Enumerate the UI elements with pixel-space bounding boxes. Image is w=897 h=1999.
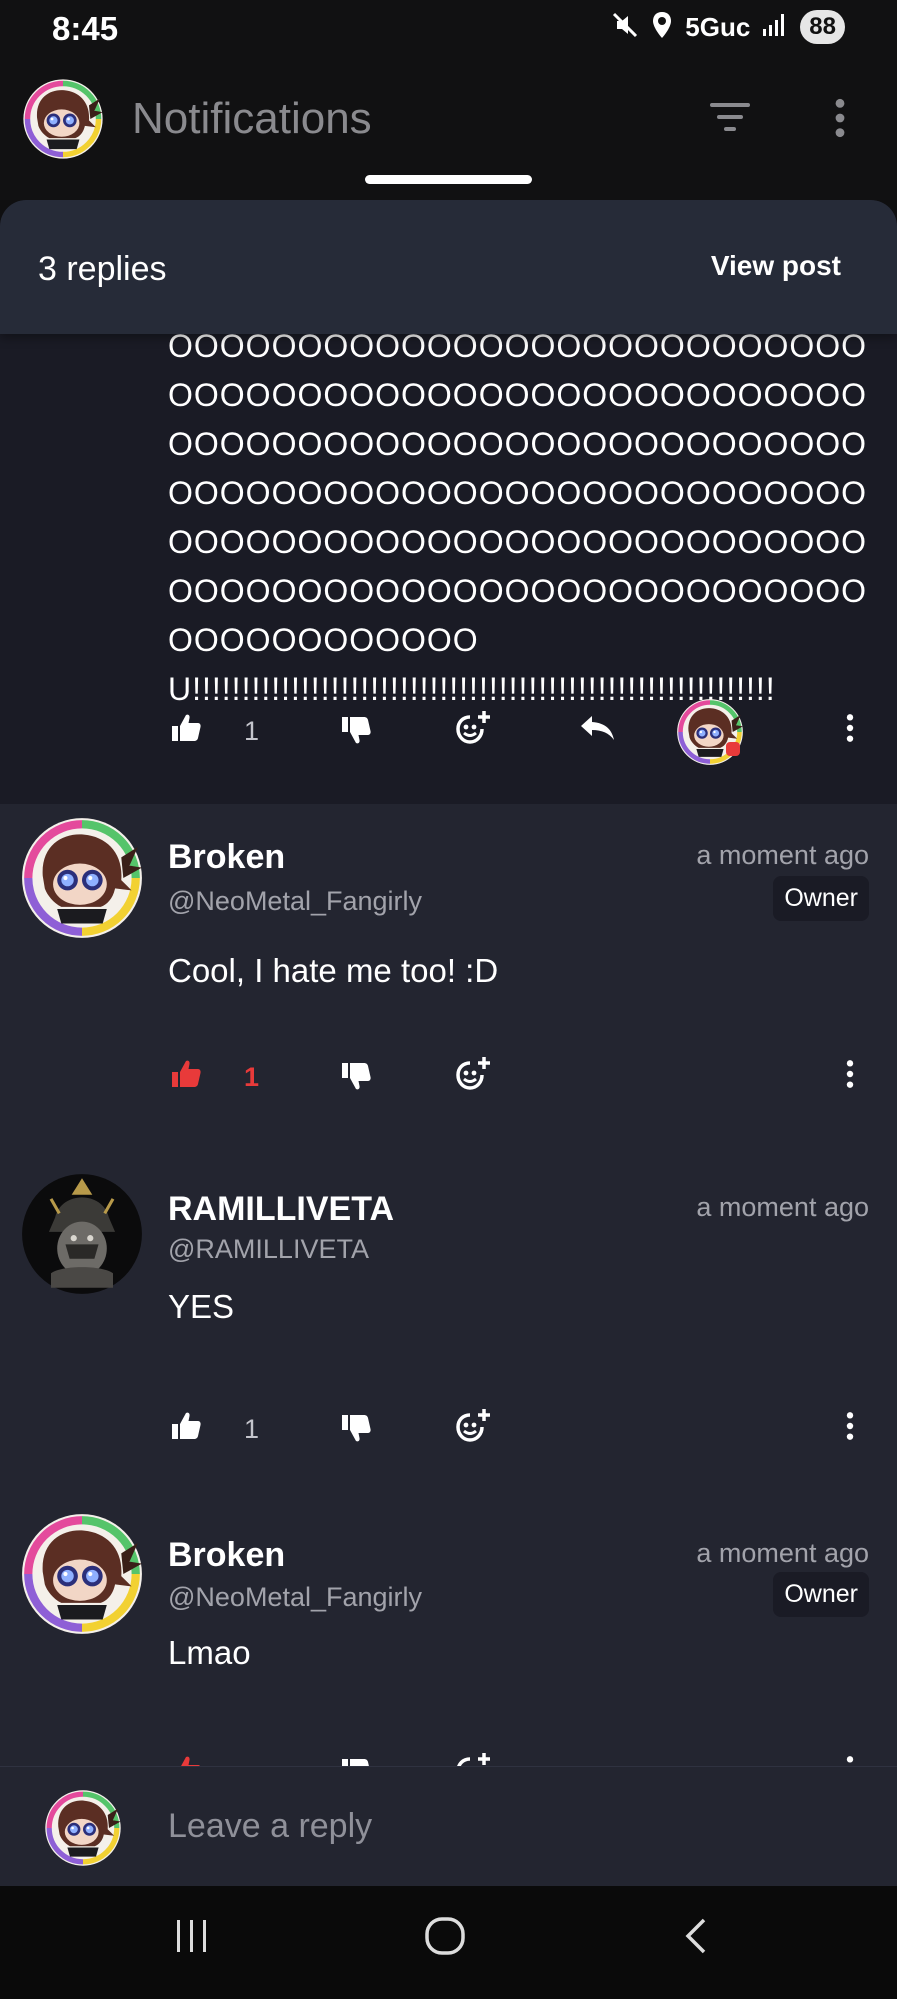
like-count: 1	[244, 1414, 260, 1444]
avatar[interactable]	[22, 78, 104, 160]
more-vert-icon[interactable]	[844, 1410, 856, 1442]
heart-badge	[726, 742, 740, 756]
add-reaction-button[interactable]	[454, 708, 494, 748]
reply-text: Lmao	[168, 1634, 251, 1671]
mute-icon	[611, 11, 639, 44]
reply-action-row: 1	[0, 1402, 897, 1462]
status-time: 8:45	[52, 10, 119, 47]
signal-icon	[762, 13, 788, 42]
add-reaction-button[interactable]	[454, 1406, 494, 1446]
owner-badge: Owner	[773, 1572, 869, 1617]
reply-time: a moment ago	[696, 1192, 869, 1222]
like-button[interactable]	[170, 1410, 202, 1442]
reply-author[interactable]: RAMILLIVETA	[168, 1190, 394, 1229]
reply-item: Broken @NeoMetal_Fangirly a moment ago O…	[0, 804, 897, 1156]
replies-list[interactable]: OOOOOOOOOOOOOOOOOOOOOOOOOOOOOOOOOOOOOOOO…	[0, 334, 897, 1886]
home-icon[interactable]	[424, 1916, 466, 1961]
parent-post-text: OOOOOOOOOOOOOOOOOOOOOOOOOOOOOOOOOOOOOOOO…	[168, 334, 868, 707]
avatar[interactable]	[20, 816, 144, 940]
like-button[interactable]	[170, 1058, 202, 1090]
avatar	[44, 1789, 122, 1867]
parent-action-row: 1	[0, 704, 897, 764]
app-header: Notifications	[0, 60, 897, 200]
battery-level: 88	[800, 10, 845, 44]
page-title: Notifications	[132, 94, 372, 143]
avatar[interactable]	[20, 1512, 144, 1636]
sheet-drag-handle[interactable]	[365, 175, 532, 184]
reply-button[interactable]	[578, 712, 618, 744]
reply-author[interactable]: Broken	[168, 838, 285, 877]
reply-composer	[0, 1766, 897, 1886]
reply-handle[interactable]: @RAMILLIVETA	[168, 1234, 369, 1265]
reply-time: a moment ago	[696, 840, 869, 870]
replies-sheet: 3 replies View post OOOOOOOOOOOOOOOOOOOO…	[0, 200, 897, 1886]
like-button[interactable]	[170, 712, 202, 744]
filter-icon[interactable]	[708, 100, 752, 139]
creator-heart-avatar	[676, 698, 744, 771]
parent-post: OOOOOOOOOOOOOOOOOOOOOOOOOOOOOOOOOOOOOOOO…	[0, 334, 897, 804]
more-vert-icon[interactable]	[844, 712, 856, 744]
status-bar: 8:45 5Guc 88	[0, 0, 897, 60]
view-post-button[interactable]: View post	[711, 250, 841, 282]
dislike-button[interactable]	[340, 1412, 372, 1444]
reply-time: a moment ago	[696, 1538, 869, 1568]
reply-handle[interactable]: @NeoMetal_Fangirly	[168, 1582, 422, 1613]
like-count: 1	[244, 716, 260, 746]
system-nav-bar	[0, 1886, 897, 1999]
add-reaction-button[interactable]	[454, 1054, 494, 1094]
more-vert-icon[interactable]	[844, 1058, 856, 1090]
dislike-button[interactable]	[340, 1060, 372, 1092]
reply-text: YES	[168, 1288, 235, 1325]
dislike-button[interactable]	[340, 714, 372, 746]
more-vert-icon[interactable]	[832, 96, 848, 145]
reply-action-row: 1	[0, 1050, 897, 1110]
reply-input[interactable]	[168, 1807, 848, 1846]
reply-item: RAMILLIVETA @RAMILLIVETA a moment ago YE…	[0, 1156, 897, 1502]
replies-count: 3 replies	[38, 250, 167, 288]
reply-author[interactable]: Broken	[168, 1536, 285, 1575]
back-icon[interactable]	[680, 1916, 712, 1961]
reply-handle[interactable]: @NeoMetal_Fangirly	[168, 886, 422, 917]
network-type: 5Guc	[685, 11, 751, 42]
sheet-header: 3 replies View post	[0, 200, 897, 334]
owner-badge: Owner	[773, 876, 869, 921]
avatar[interactable]	[20, 1172, 144, 1296]
location-icon	[651, 11, 673, 44]
like-count: 1	[244, 1062, 260, 1092]
reply-text: Cool, I hate me too! :D	[168, 952, 499, 989]
recent-apps-icon[interactable]	[172, 1916, 212, 1961]
status-icons: 5Guc 88	[611, 10, 845, 44]
